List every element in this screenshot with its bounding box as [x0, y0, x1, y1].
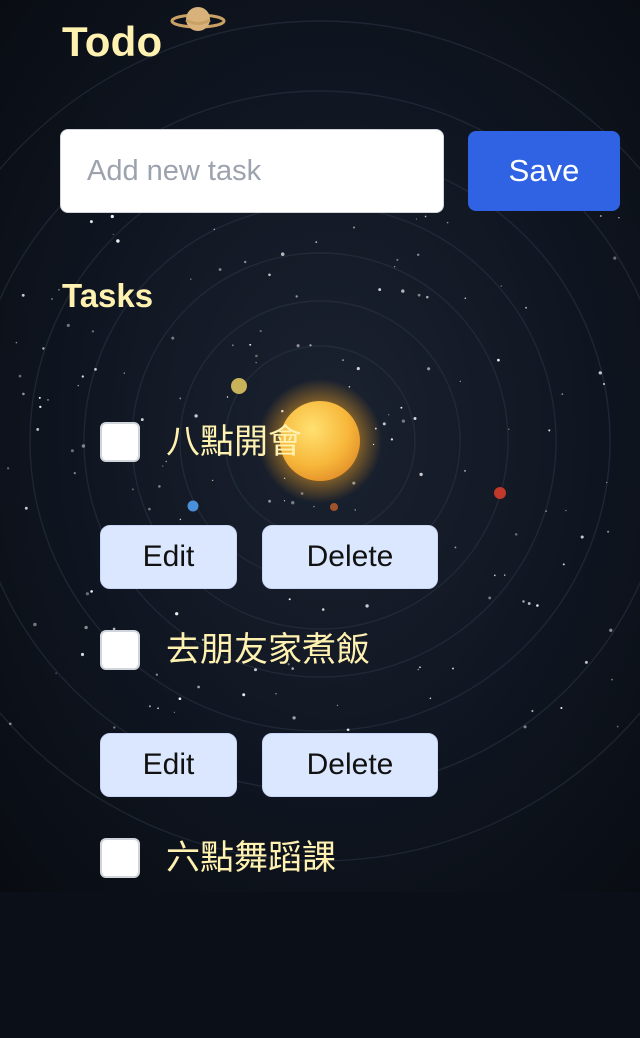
- task-row: 六點舞蹈課: [100, 830, 336, 886]
- task-text: 去朋友家煮飯: [166, 630, 370, 670]
- task-actions: Edit Delete: [100, 733, 438, 797]
- task-checkbox[interactable]: [100, 838, 140, 878]
- task-list: 八點開會 Edit Delete 去朋友家煮飯 Edit Delete 六點舞蹈…: [100, 414, 620, 1038]
- task-text: 六點舞蹈課: [166, 838, 336, 878]
- delete-button[interactable]: Delete: [262, 525, 438, 589]
- edit-button[interactable]: Edit: [100, 733, 237, 797]
- save-button[interactable]: Save: [468, 131, 620, 211]
- task-checkbox[interactable]: [100, 630, 140, 670]
- task-checkbox[interactable]: [100, 422, 140, 462]
- task-row: 八點開會: [100, 414, 302, 470]
- todo-app: Todo Save Tasks 八點開會 Edit Delete 去朋友家煮飯 …: [0, 0, 640, 892]
- delete-button[interactable]: Delete: [262, 733, 438, 797]
- task-actions: Edit Delete: [100, 525, 438, 589]
- task-text: 八點開會: [166, 422, 302, 462]
- task-row: 去朋友家煮飯: [100, 622, 370, 678]
- task-item: 去朋友家煮飯 Edit Delete: [100, 622, 620, 830]
- task-item: 八點開會 Edit Delete: [100, 414, 620, 622]
- new-task-input[interactable]: [60, 129, 444, 213]
- app-title: Todo: [62, 18, 163, 65]
- tasks-heading: Tasks: [62, 277, 154, 314]
- task-item: 六點舞蹈課: [100, 830, 620, 1038]
- edit-button[interactable]: Edit: [100, 525, 237, 589]
